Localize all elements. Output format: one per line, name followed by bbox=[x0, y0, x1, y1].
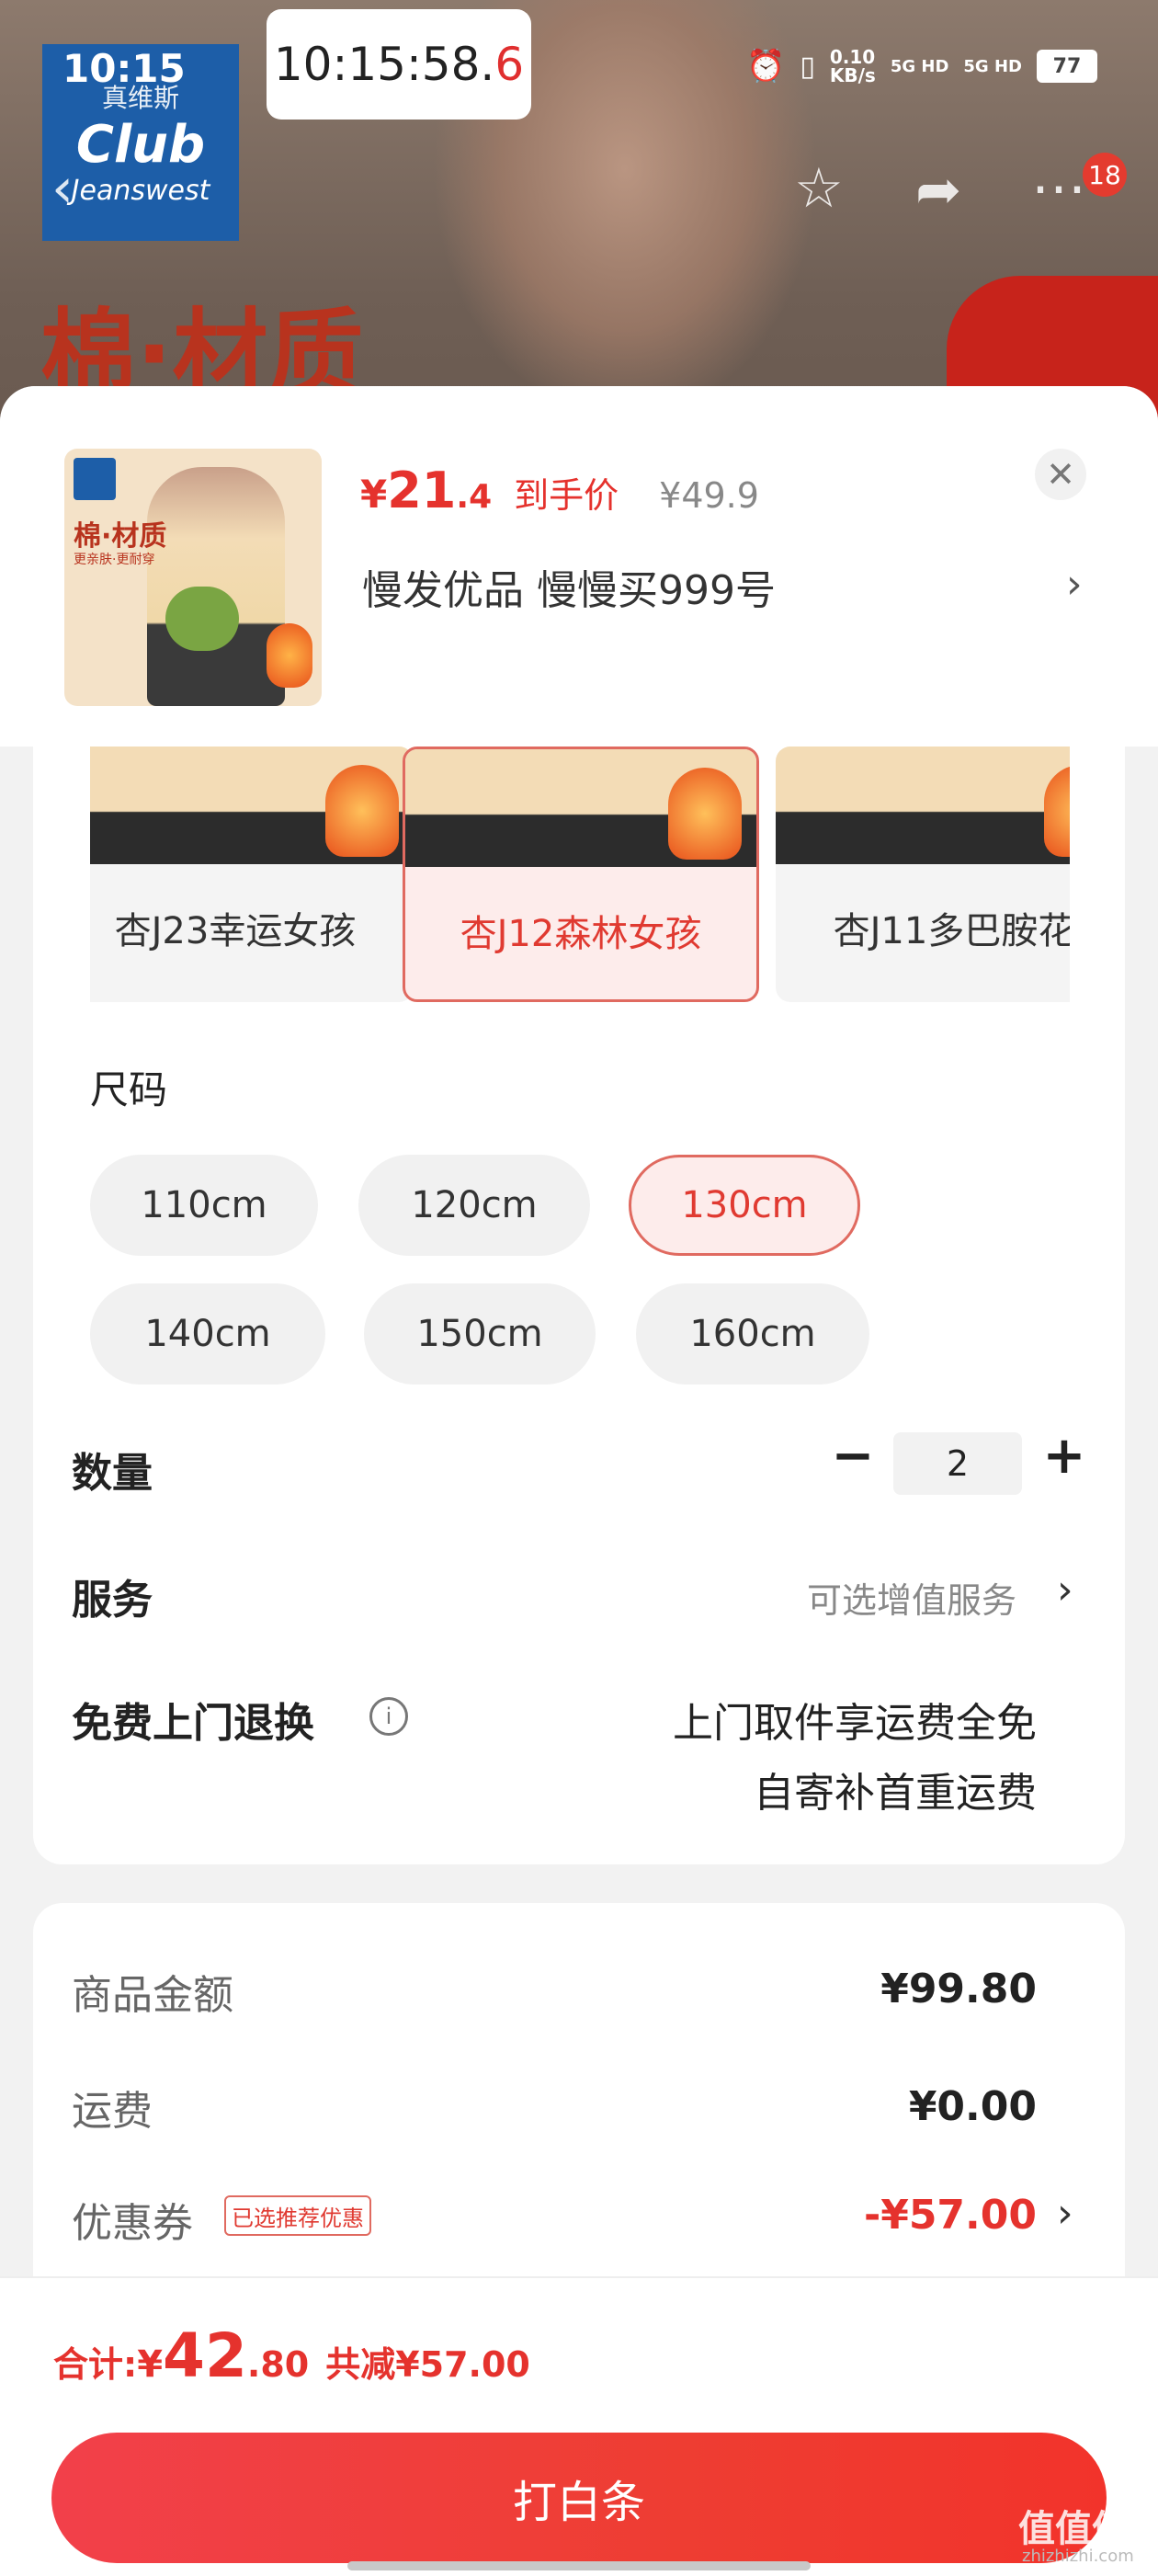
total-row: 合计: ¥ 42 .80 共减¥57.00 bbox=[53, 2320, 530, 2391]
variant-label: 杏J11多巴胺花 bbox=[833, 910, 1070, 952]
thumb-dino-print bbox=[165, 587, 239, 651]
brand-logo-line3: Jeanswest bbox=[71, 175, 210, 207]
clock-overlay-main: 10:15:58. bbox=[273, 38, 495, 91]
quantity-label: 数量 bbox=[72, 1450, 153, 1497]
info-icon[interactable]: i bbox=[369, 1697, 408, 1736]
fire-icon bbox=[325, 765, 399, 857]
purchase-sheet: 棉·材质 更亲肤·更耐穿 ¥ 21 .4 到手价 ¥49.9 慢发优品 慢慢买9… bbox=[0, 386, 1158, 2574]
return-line-1: 上门取件享运费全免 bbox=[673, 1700, 1037, 1747]
goods-amount-value: ¥99.80 bbox=[880, 1966, 1037, 2012]
clock-overlay: 10:15:58. 6 bbox=[267, 9, 531, 120]
variant-list[interactable]: 杏J23幸运女孩 杏J12森林女孩 杏J11多巴胺花 bbox=[90, 747, 1070, 1022]
net-speed: 0.10 KB/s bbox=[829, 46, 876, 86]
service-value[interactable]: 可选增值服务 bbox=[807, 1572, 1016, 1623]
close-icon: ✕ bbox=[1046, 454, 1075, 495]
back-icon[interactable]: ‹ bbox=[51, 156, 74, 221]
quantity-increase-button[interactable]: + bbox=[1042, 1426, 1086, 1486]
watermark-url: zhizhizhi.com bbox=[1022, 2547, 1134, 2566]
store-name[interactable]: 慢发优品 慢慢买999号 bbox=[362, 557, 776, 616]
size-option[interactable]: 120cm bbox=[358, 1155, 590, 1256]
variant-label: 杏J23幸运女孩 bbox=[114, 910, 357, 952]
size-option[interactable]: 110cm bbox=[90, 1155, 318, 1256]
watermark-logo: 值值值 bbox=[1018, 2508, 1129, 2550]
share-icon[interactable]: ➦ bbox=[915, 158, 961, 222]
chevron-right-icon[interactable]: › bbox=[1057, 2190, 1073, 2237]
brand-logo-line2: Club bbox=[75, 115, 206, 175]
sim2-signal: 5G HD bbox=[963, 56, 1022, 76]
size-option[interactable]: 140cm bbox=[90, 1283, 325, 1385]
shipping-value: ¥0.00 bbox=[908, 2083, 1037, 2130]
coupon-label: 优惠券 bbox=[72, 2200, 193, 2247]
coupon-recommended-badge: 已选推荐优惠 bbox=[224, 2195, 371, 2236]
chevron-right-icon[interactable]: › bbox=[1057, 1567, 1073, 1613]
message-badge: 18 bbox=[1083, 153, 1127, 197]
total-currency: ¥ bbox=[137, 2343, 164, 2386]
thumb-model bbox=[147, 467, 285, 706]
variant-card[interactable]: 杏J23幸运女孩 bbox=[90, 747, 414, 1002]
price-row: ¥ 21 .4 到手价 ¥49.9 bbox=[360, 462, 759, 519]
vibrate-icon: ▯ bbox=[800, 50, 815, 83]
status-time: 10:15 bbox=[62, 46, 186, 91]
alarm-icon: ⏰ bbox=[746, 48, 786, 85]
original-price: ¥49.9 bbox=[659, 475, 759, 516]
coupon-value[interactable]: -¥57.00 bbox=[864, 2192, 1037, 2239]
chevron-right-icon[interactable]: › bbox=[1066, 561, 1083, 608]
product-thumbnail[interactable]: 棉·材质 更亲肤·更耐穿 bbox=[64, 449, 322, 706]
total-decimal: .80 bbox=[246, 2344, 310, 2385]
thumb-title: 棉·材质 bbox=[74, 520, 167, 553]
quantity-decrease-button[interactable]: − bbox=[831, 1426, 875, 1486]
size-title: 尺码 bbox=[90, 1067, 168, 1112]
free-return-label: 免费上门退换 bbox=[72, 1700, 314, 1747]
favorite-star-icon[interactable]: ☆ bbox=[794, 156, 844, 221]
clock-overlay-ms: 6 bbox=[494, 38, 525, 91]
service-label: 服务 bbox=[72, 1577, 153, 1624]
total-label: 合计: bbox=[53, 2344, 138, 2385]
size-option[interactable]: 150cm bbox=[364, 1283, 596, 1385]
sim1-signal: 5G HD bbox=[890, 56, 949, 76]
status-icons: ⏰ ▯ 0.10 KB/s 5G HD 5G HD 77 bbox=[746, 48, 1097, 85]
close-button[interactable]: ✕ bbox=[1035, 449, 1086, 500]
total-saving: 共减¥57.00 bbox=[325, 2344, 530, 2385]
thumb-brand-logo bbox=[74, 458, 116, 500]
goods-amount-label: 商品金额 bbox=[72, 1972, 233, 2019]
battery-icon: 77 bbox=[1036, 50, 1097, 83]
price-integer: 21 bbox=[387, 462, 457, 519]
fire-icon bbox=[668, 768, 742, 860]
submit-button[interactable]: 打白条 bbox=[51, 2433, 1107, 2563]
total-integer: 42 bbox=[163, 2320, 247, 2391]
quantity-input[interactable]: 2 bbox=[893, 1432, 1022, 1495]
variant-card[interactable]: 杏J11多巴胺花 bbox=[776, 747, 1070, 1002]
price-currency: ¥ bbox=[360, 472, 388, 517]
variant-label: 杏J12森林女孩 bbox=[460, 913, 702, 955]
variant-card-selected[interactable]: 杏J12森林女孩 bbox=[403, 747, 759, 1002]
more-icon[interactable]: ⋯ bbox=[1031, 156, 1086, 221]
thumb-subtitle: 更亲肤·更耐穿 bbox=[74, 553, 155, 567]
size-option-selected[interactable]: 130cm bbox=[629, 1155, 860, 1256]
price-tag: 到手价 bbox=[514, 475, 619, 516]
size-option[interactable]: 160cm bbox=[636, 1283, 869, 1385]
return-line-2: 自寄补首重运费 bbox=[754, 1770, 1037, 1817]
price-decimal: .4 bbox=[456, 478, 493, 516]
home-indicator[interactable] bbox=[347, 2561, 811, 2570]
thumb-fire-icon bbox=[267, 623, 312, 688]
variant-image bbox=[776, 747, 1070, 864]
shipping-label: 运费 bbox=[72, 2088, 153, 2135]
